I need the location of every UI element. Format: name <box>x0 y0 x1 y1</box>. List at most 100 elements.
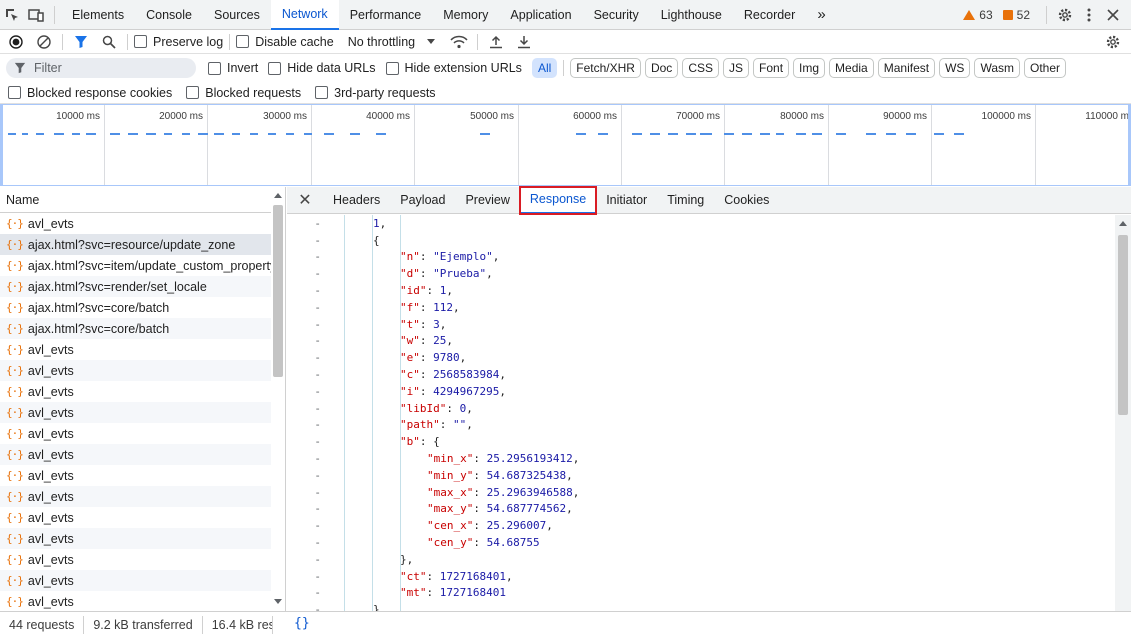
chip-other[interactable]: Other <box>1024 58 1067 78</box>
tab-elements[interactable]: Elements <box>61 0 135 30</box>
close-devtools-icon[interactable] <box>1101 0 1125 30</box>
network-conditions-wifi-icon[interactable] <box>447 30 471 54</box>
chip-fetch-xhr[interactable]: Fetch/XHR <box>570 58 641 78</box>
network-settings-gear-icon[interactable] <box>1101 30 1125 54</box>
checkbox-box[interactable] <box>208 61 221 75</box>
request-row[interactable]: {·} avl_evts <box>0 549 285 570</box>
request-row[interactable]: {·} avl_evts <box>0 381 285 402</box>
request-row[interactable]: {·} ajax.html?svc=render/set_locale <box>0 276 285 297</box>
checkbox-box[interactable] <box>186 86 200 99</box>
json-token: : <box>473 502 487 516</box>
scrollbar-thumb[interactable] <box>273 205 283 377</box>
checkbox-box[interactable] <box>385 61 399 75</box>
response-scrollbar[interactable] <box>1115 215 1131 611</box>
request-row[interactable]: {·} avl_evts <box>0 444 285 465</box>
network-overview-timeline[interactable]: 10000 ms 20000 ms 30000 ms 40000 ms 50000 ms… <box>0 104 1131 186</box>
tab-application[interactable]: Application <box>499 0 582 30</box>
detail-tab-initiator[interactable]: Initiator <box>596 187 657 214</box>
more-tabs-button[interactable]: » <box>806 0 836 30</box>
tab-lighthouse[interactable]: Lighthouse <box>650 0 733 30</box>
pretty-print-icon[interactable]: {} <box>294 616 310 631</box>
warnings-badge[interactable]: 63 <box>963 8 993 22</box>
request-row[interactable]: {·} avl_evts <box>0 591 285 611</box>
issues-badge[interactable]: 52 <box>1002 8 1030 22</box>
detail-tab-timing[interactable]: Timing <box>657 187 714 214</box>
device-toolbar-icon[interactable] <box>24 0 48 30</box>
chip-font[interactable]: Font <box>753 58 790 78</box>
overview-selection-window[interactable] <box>0 104 1131 186</box>
chip-css[interactable]: CSS <box>682 58 719 78</box>
chip-all[interactable]: All <box>531 58 558 78</box>
detail-tab-preview[interactable]: Preview <box>455 187 519 214</box>
tab-memory[interactable]: Memory <box>432 0 499 30</box>
request-row[interactable]: {·} avl_evts <box>0 507 285 528</box>
invert-checkbox[interactable]: Invert <box>208 61 258 75</box>
tab-console[interactable]: Console <box>135 0 203 30</box>
request-row[interactable]: {·} avl_evts <box>0 465 285 486</box>
third-party-requests-checkbox[interactable]: 3rd-party requests <box>315 86 436 100</box>
checkbox-box[interactable] <box>8 86 21 99</box>
request-row[interactable]: {·} avl_evts <box>0 486 285 507</box>
export-har-download-icon[interactable] <box>512 30 536 54</box>
tab-performance[interactable]: Performance <box>339 0 433 30</box>
more-options-icon[interactable] <box>1077 0 1101 30</box>
throttling-select[interactable]: No throttling <box>348 35 436 49</box>
tab-network[interactable]: Network <box>270 0 339 30</box>
request-row[interactable]: {·} avl_evts <box>0 339 285 360</box>
clear-icon[interactable] <box>32 30 56 54</box>
hide-data-urls-checkbox[interactable]: Hide data URLs <box>268 61 376 75</box>
import-har-upload-icon[interactable] <box>484 30 508 54</box>
disable-cache-checkbox[interactable]: Disable cache <box>236 35 334 49</box>
checkbox-box[interactable] <box>134 35 147 48</box>
checkbox-box[interactable] <box>236 35 250 48</box>
detail-tab-response[interactable]: Response <box>518 185 598 215</box>
name-column-header[interactable]: Name <box>0 187 285 213</box>
scroll-up-arrow-icon[interactable] <box>274 193 282 198</box>
blocked-requests-checkbox[interactable]: Blocked requests <box>186 86 301 100</box>
chip-ws[interactable]: WS <box>939 58 971 78</box>
checkbox-box[interactable] <box>268 61 282 75</box>
preserve-log-checkbox[interactable]: Preserve log <box>134 35 223 49</box>
request-list-scrollbar[interactable] <box>271 187 285 611</box>
response-line-text: "ct": 1727168401, <box>325 570 513 583</box>
scrollbar-thumb[interactable] <box>1118 235 1128 415</box>
blocked-response-cookies-checkbox[interactable]: Blocked response cookies <box>8 86 172 100</box>
request-row[interactable]: {·} avl_evts <box>0 213 285 234</box>
tab-security[interactable]: Security <box>583 0 650 30</box>
scroll-down-arrow-icon[interactable] <box>274 599 282 604</box>
issues-count: 52 <box>1016 8 1030 22</box>
chip-manifest[interactable]: Manifest <box>877 58 936 78</box>
chip-wasm[interactable]: Wasm <box>974 58 1020 78</box>
json-token: "cen_y" <box>427 536 474 550</box>
scroll-up-arrow-icon[interactable] <box>1119 221 1127 226</box>
detail-tab-payload[interactable]: Payload <box>390 187 455 214</box>
tab-recorder[interactable]: Recorder <box>733 0 806 30</box>
request-row[interactable]: {·} ajax.html?svc=item/update_custom_prop… <box>0 255 285 276</box>
close-detail-icon[interactable]: ✕ <box>287 190 323 210</box>
hide-extension-urls-checkbox[interactable]: Hide extension URLs <box>385 61 522 75</box>
request-row[interactable]: {·} avl_evts <box>0 402 285 423</box>
request-row[interactable]: {·} ajax.html?svc=resource/update_zone <box>0 234 285 255</box>
chip-doc[interactable]: Doc <box>644 58 679 78</box>
checkbox-box[interactable] <box>315 86 329 99</box>
chip-img[interactable]: Img <box>793 58 826 78</box>
request-row[interactable]: {·} ajax.html?svc=core/batch <box>0 318 285 339</box>
inspect-element-icon[interactable] <box>0 0 24 30</box>
request-row[interactable]: {·} ajax.html?svc=core/batch <box>0 297 285 318</box>
record-icon[interactable] <box>4 30 28 54</box>
response-line: - "libId": 0, <box>287 400 1115 417</box>
filter-funnel-icon[interactable] <box>69 30 93 54</box>
response-body[interactable]: -1, -{- "n": "Ejemplo", - "d": "Prueba", - "id… <box>287 215 1115 611</box>
detail-tab-headers[interactable]: Headers <box>323 187 390 214</box>
chip-js[interactable]: JS <box>723 58 750 78</box>
detail-tab-cookies[interactable]: Cookies <box>714 187 779 214</box>
request-row[interactable]: {·} avl_evts <box>0 528 285 549</box>
tab-sources[interactable]: Sources <box>203 0 271 30</box>
settings-gear-icon[interactable] <box>1053 0 1077 30</box>
request-row[interactable]: {·} avl_evts <box>0 360 285 381</box>
chip-media[interactable]: Media <box>829 58 874 78</box>
search-icon[interactable] <box>97 30 121 54</box>
request-row[interactable]: {·} avl_evts <box>0 570 285 591</box>
request-row[interactable]: {·} avl_evts <box>0 423 285 444</box>
filter-input[interactable]: Filter <box>6 58 196 78</box>
